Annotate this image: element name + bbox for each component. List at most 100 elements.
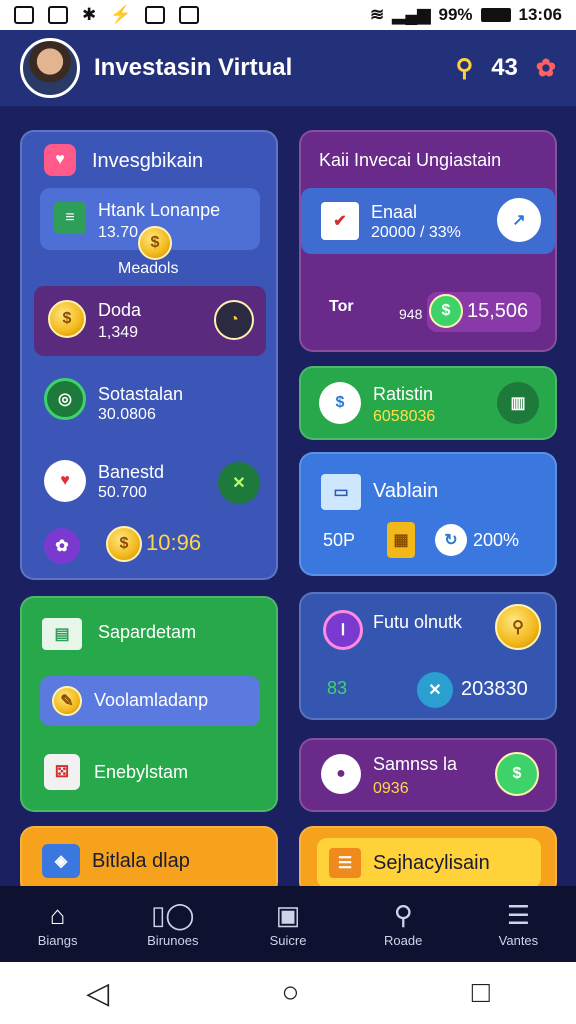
nav-tools[interactable]: ▯◯ Birunoes (115, 886, 230, 962)
status-bar: ✱ ⚡ ≋ ▂▄▆ 99% 13:06 (0, 0, 576, 30)
avatar[interactable] (20, 38, 80, 98)
cross-icon[interactable]: ✕ (218, 462, 260, 504)
item-title: Sapardetam (98, 622, 197, 642)
tag-icon: ◈ (42, 844, 80, 878)
system-nav: ◁ ○ □ (0, 962, 576, 1024)
item-voolam[interactable]: ✎ Voolamladanp (40, 676, 260, 726)
savings-card[interactable]: ▤ Sapardetam ✎ Voolamladanp ⚄ Enebylstam (20, 596, 278, 812)
battery-percent: 99% (438, 5, 473, 24)
heart-icon: ♥ (44, 144, 76, 176)
recents-icon[interactable]: □ (472, 976, 490, 1010)
item-enaal[interactable]: ✔ Enaal 20000 / 33% ↗ (301, 188, 555, 254)
search-icon: ⚲ (393, 899, 413, 930)
monitor-icon: ▭ (321, 474, 361, 510)
dollar-coin-icon: $ (106, 526, 142, 562)
vablain-card[interactable]: ▭ Vablain 50P ▦ ↻ 200% (299, 452, 557, 576)
row-small: 948 (399, 306, 423, 322)
bank-icon[interactable]: ▥ (497, 382, 539, 424)
nav-home[interactable]: ⌂ Biangs (0, 886, 115, 962)
notification-icon (14, 6, 34, 24)
total-value: 10:96 (146, 530, 202, 555)
item-value: 20000 / 33% (371, 224, 461, 241)
item-value: 50.700 (98, 484, 147, 501)
checklist-icon: ✔ (321, 202, 359, 240)
card-title: Ratistin (373, 384, 434, 404)
message-icon (48, 6, 68, 24)
clock-icon[interactable]: ◔ (214, 300, 254, 340)
calculator-icon: ▦ (387, 522, 415, 558)
timer-icon: ⵏ (323, 610, 363, 650)
signal-icon: ▂▄▆ (392, 5, 431, 24)
ledger-icon: ≡ (54, 202, 86, 234)
nav-search[interactable]: ⚲ Roade (346, 886, 461, 962)
card-title: Vablain (373, 480, 439, 502)
target-icon: ◎ (44, 378, 86, 420)
dollar-icon: $ (319, 382, 361, 424)
app-icon (145, 6, 166, 24)
amount-pill[interactable]: $ 15,506 (427, 292, 541, 332)
item-title: Sotastalan (98, 384, 184, 404)
nav-briefcase[interactable]: ▣ Suicre (230, 886, 345, 962)
coins-icon: $ (48, 300, 86, 338)
row-label: Tor (329, 298, 354, 315)
counter: 43 (491, 54, 518, 81)
unified-investment-card[interactable]: Kaii Invecai Ungiastain ✔ Enaal 20000 / … (299, 130, 557, 352)
item-title: Htank Lonanpe (98, 200, 221, 220)
item-value: 30.0806 (98, 406, 156, 423)
caption: Meadols (118, 260, 179, 277)
card-value: 203830 (461, 678, 528, 700)
ratistin-card[interactable]: $ Ratistin 6058036 ▥ (299, 366, 557, 440)
nav-label: Roade (384, 932, 423, 948)
bluetooth-icon: ✱ (82, 5, 97, 24)
card-note: 83 (327, 678, 348, 698)
home-button-icon[interactable]: ○ (281, 976, 299, 1010)
future-card[interactable]: ⵏ Futu olnutk ⚲ 83 ✕ 203830 (299, 592, 557, 720)
camera-icon (179, 6, 200, 24)
investment-card[interactable]: ♥ Invesgbikain ≡ Htank Lonanpe 13.70 $ M… (20, 130, 278, 580)
wallet-icon[interactable]: $ (495, 752, 539, 796)
nav-label: Vantes (498, 932, 539, 948)
item-doda[interactable]: $ Doda 1,349 ◔ (34, 286, 266, 356)
nav-label: Biangs (37, 932, 78, 948)
nav-menu[interactable]: ☰ Vantes (461, 886, 576, 962)
clock: 13:06 (518, 5, 562, 24)
card-title: Bitlala dlap (92, 850, 190, 872)
gear-icon[interactable]: ✿ (536, 54, 556, 83)
refresh-icon[interactable]: ↻ (435, 524, 467, 556)
pen-icon: ✎ (52, 686, 82, 716)
dollar-coin-icon: $ (429, 294, 463, 328)
vpn-icon: ⚡ (110, 5, 132, 24)
search-icon[interactable]: ⚲ (456, 54, 474, 83)
palette-icon: ● (321, 754, 361, 794)
card-label: 50P (323, 530, 356, 550)
card-value: 200% (473, 530, 520, 550)
nav-label: Suicre (269, 932, 307, 948)
item-title: Banestd (98, 462, 165, 482)
item-title: Voolamladanp (94, 690, 209, 710)
search-coin-icon[interactable]: ⚲ (495, 604, 541, 650)
sejhacyl-inner: ☰ Sejhacylisain (317, 838, 541, 888)
fruit-icon: ✿ (44, 528, 80, 564)
list-icon: ☰ (329, 848, 361, 878)
amount: 15,506 (467, 300, 529, 322)
samnss-card[interactable]: ● Samnss la 0936 $ (299, 738, 557, 812)
card-value: 0936 (373, 780, 409, 797)
coin-stack-icon: $ (138, 226, 172, 260)
card-title: Samnss la (373, 754, 458, 774)
cross-icon: ✕ (417, 672, 453, 708)
battery-icon (480, 8, 511, 22)
dice-icon: ⚄ (44, 754, 80, 790)
app-bar: Investasin Virtual ⚲ 43 ✿ (0, 30, 576, 108)
home-icon: ⌂ (49, 899, 66, 930)
card-title: Invesgbikain (92, 150, 204, 172)
card-title: Futu olnutk (373, 612, 463, 632)
card-title: Sejhacylisain (373, 852, 490, 874)
back-icon[interactable]: ◁ (86, 976, 109, 1011)
app-title: Investasin Virtual (94, 54, 293, 81)
item-value: 1,349 (98, 324, 139, 341)
briefcase-icon: ▣ (275, 899, 301, 930)
bottom-nav: ⌂ Biangs ▯◯ Birunoes ▣ Suicre ⚲ Roade ☰ … (0, 886, 576, 962)
growth-icon[interactable]: ↗ (497, 198, 541, 242)
item-title: Doda (98, 300, 142, 320)
menu-icon: ☰ (506, 899, 531, 930)
